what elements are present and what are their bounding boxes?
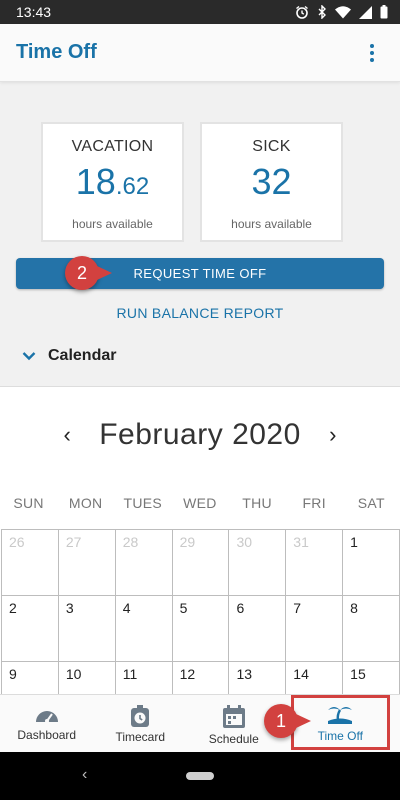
chevron-down-icon <box>22 352 36 361</box>
status-time: 13:43 <box>16 4 52 20</box>
nav-timecard[interactable]: Timecard <box>94 695 188 752</box>
battery-icon <box>380 5 388 19</box>
calendar-week-row: 26 27 28 29 30 31 1 <box>1 529 400 596</box>
sick-label: SICK <box>252 138 291 155</box>
weekday-label: FRI <box>302 495 326 511</box>
weekday-label: WED <box>183 495 217 511</box>
calendar-day[interactable]: 6 <box>228 595 287 662</box>
calendar-day[interactable]: 3 <box>57 595 116 662</box>
calendar: ‹ February 2020 › SUN MON TUES WED THU FRI SAT… <box>0 386 400 696</box>
nav-dashboard-label: Dashboard <box>17 728 77 742</box>
weekday-label: MON <box>68 495 103 511</box>
status-icons <box>295 5 388 19</box>
vacation-sub: hours available <box>72 217 153 231</box>
calendar-day[interactable]: 5 <box>171 595 230 662</box>
weekday-header: SUN MON TUES WED THU FRI SAT <box>0 495 400 511</box>
wifi-icon <box>335 6 351 19</box>
calendar-day-other-month[interactable]: 28 <box>114 529 173 596</box>
back-icon[interactable]: ‹ <box>82 766 87 784</box>
calendar-day[interactable]: 4 <box>114 595 173 662</box>
calendar-icon <box>222 705 245 728</box>
calendar-day-other-month[interactable]: 27 <box>57 529 116 596</box>
calendar-week-row: 9 10 11 12 13 14 15 <box>1 661 400 696</box>
bluetooth-icon <box>318 5 326 19</box>
signal-icon <box>359 5 372 19</box>
calendar-day[interactable]: 7 <box>285 595 344 662</box>
calendar-day-other-month[interactable]: 29 <box>171 529 230 596</box>
previous-month-button[interactable]: ‹ <box>57 422 77 448</box>
calendar-day[interactable]: 14 <box>285 661 344 696</box>
speedometer-icon <box>35 711 58 723</box>
nav-time-off-label: Time Off <box>317 729 363 743</box>
calendar-day[interactable]: 11 <box>114 661 173 696</box>
sick-balance-card: SICK 32 hours available <box>200 122 343 242</box>
month-title: February 2020 <box>99 418 301 451</box>
nav-schedule-label: Schedule <box>208 732 259 746</box>
bottom-navigation: Dashboard Timecard Schedule Time Off <box>0 694 400 752</box>
callout-badge-1: 1 <box>264 704 311 738</box>
more-options-icon[interactable] <box>360 41 384 65</box>
vacation-balance-card: VACATION 18.62 hours available <box>41 122 184 242</box>
nav-dashboard[interactable]: Dashboard <box>0 695 94 752</box>
weekday-label: TUES <box>123 495 163 511</box>
nav-timecard-label: Timecard <box>115 730 166 744</box>
app-bar: Time Off <box>0 24 400 82</box>
calendar-day[interactable]: 8 <box>342 595 400 662</box>
calendar-day[interactable]: 2 <box>1 595 59 662</box>
sick-hours: 32 <box>251 161 292 202</box>
callout-badge-2: 2 <box>65 256 112 290</box>
weekday-label: SAT <box>357 495 385 511</box>
calendar-day[interactable]: 1 <box>342 529 400 596</box>
stopwatch-icon <box>131 705 150 727</box>
calendar-day-other-month[interactable]: 31 <box>285 529 344 596</box>
system-navigation-bar: ‹ <box>0 752 400 800</box>
weekday-label: THU <box>242 495 272 511</box>
calendar-day[interactable]: 9 <box>1 661 59 696</box>
calendar-day[interactable]: 12 <box>171 661 230 696</box>
month-navigation: ‹ February 2020 › <box>0 415 400 455</box>
run-balance-report-link[interactable]: RUN BALANCE REPORT <box>0 305 400 321</box>
calendar-day-other-month[interactable]: 30 <box>228 529 287 596</box>
vacation-hours: 18.62 <box>75 161 150 202</box>
calendar-grid: 26 27 28 29 30 31 1 2 3 4 5 6 7 8 9 10 11 12 13 14 15 <box>1 529 400 696</box>
home-pill-icon[interactable] <box>186 772 214 780</box>
calendar-day[interactable]: 10 <box>57 661 116 696</box>
page-title: Time Off <box>16 41 97 63</box>
alarm-icon <box>296 5 308 19</box>
calendar-day-other-month[interactable]: 26 <box>1 529 59 596</box>
weekday-label: SUN <box>13 495 44 511</box>
calendar-section-toggle[interactable]: Calendar <box>22 347 116 365</box>
status-bar: 13:43 <box>0 0 400 24</box>
calendar-day[interactable]: 13 <box>228 661 287 696</box>
calendar-week-row: 2345678 <box>1 595 400 662</box>
vacation-label: VACATION <box>71 138 154 155</box>
sick-sub: hours available <box>231 217 312 231</box>
island-icon <box>328 707 353 724</box>
calendar-day[interactable]: 15 <box>342 661 400 696</box>
next-month-button[interactable]: › <box>323 422 343 448</box>
calendar-section-title: Calendar <box>48 347 117 364</box>
